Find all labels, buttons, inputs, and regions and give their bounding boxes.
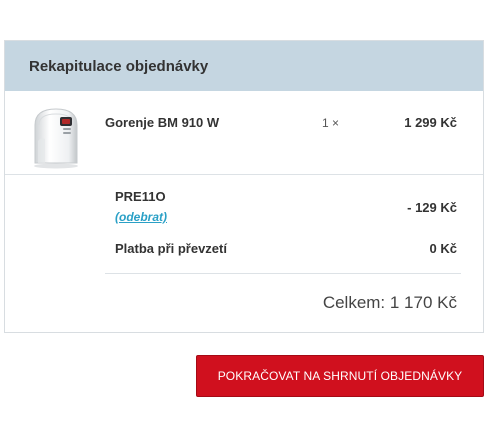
divider bbox=[105, 273, 461, 274]
order-total: Celkem: 1 170 Kč bbox=[322, 293, 457, 312]
order-summary-title: Rekapitulace objednávky bbox=[29, 58, 209, 75]
coupon-code: PRE11O bbox=[115, 189, 166, 204]
product-quantity: 1 × bbox=[322, 116, 340, 130]
order-summary-box: Rekapitulace objednávky Gorenje BM 910 W… bbox=[4, 40, 484, 333]
divider bbox=[5, 174, 483, 175]
coupon-discount: - 129 Kč bbox=[407, 200, 457, 215]
order-summary-header: Rekapitulace objednávky bbox=[5, 41, 483, 91]
bread-maker-product-image bbox=[34, 108, 78, 169]
coupon-remove-link[interactable]: (odebrat) bbox=[115, 210, 167, 224]
product-price: 1 299 Kč bbox=[404, 115, 457, 130]
payment-method-label: Platba při převzetí bbox=[115, 241, 227, 256]
product-name: Gorenje BM 910 W bbox=[105, 115, 220, 130]
payment-method-price: 0 Kč bbox=[429, 241, 457, 256]
continue-to-summary-button[interactable]: POKRAČOVAT NA SHRNUTÍ OBJEDNÁVKY bbox=[196, 355, 484, 397]
